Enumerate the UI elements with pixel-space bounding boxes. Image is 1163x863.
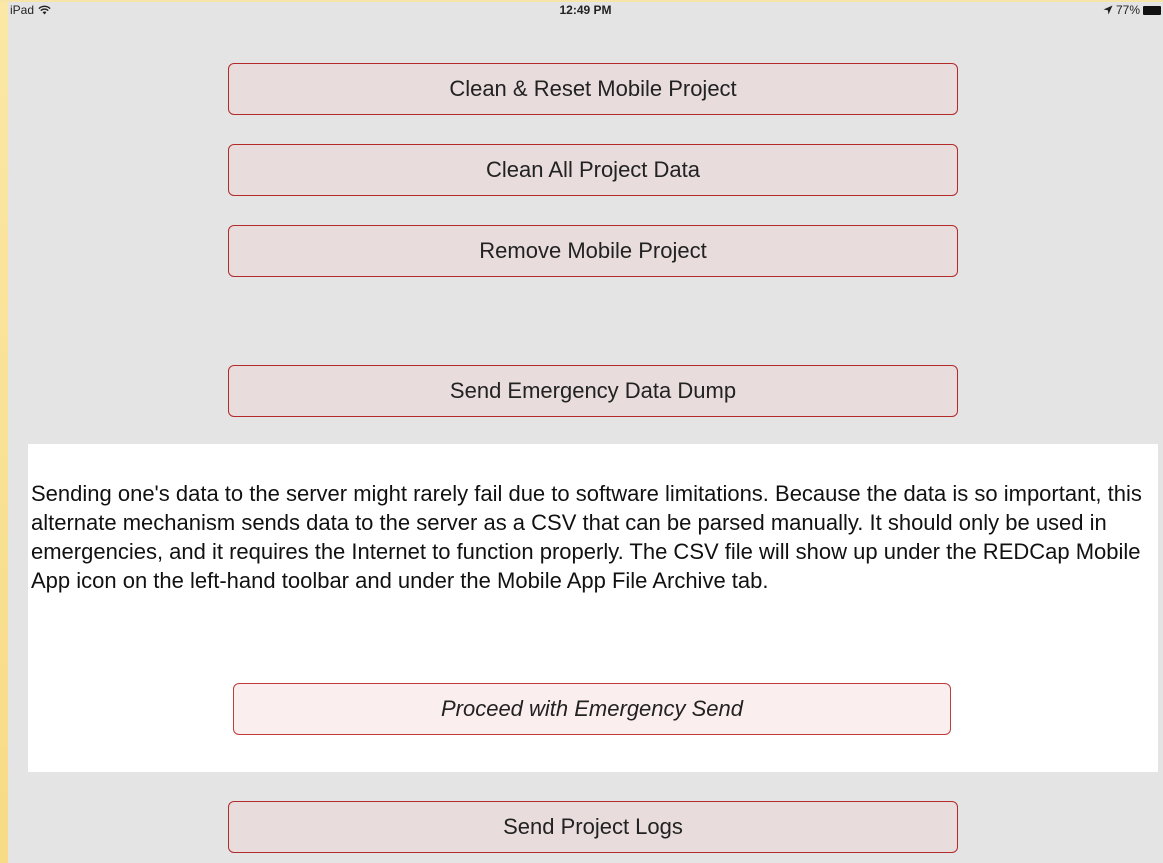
status-bar: iPad 12:49 PM 77% [8, 0, 1163, 20]
send-emergency-data-dump-button[interactable]: Send Emergency Data Dump [228, 365, 958, 417]
window-edge-strip [0, 0, 8, 863]
emergency-send-panel: Sending one's data to the server might r… [28, 444, 1158, 772]
proceed-emergency-send-button[interactable]: Proceed with Emergency Send [233, 683, 951, 735]
remove-mobile-project-button[interactable]: Remove Mobile Project [228, 225, 958, 277]
location-arrow-icon [1103, 5, 1113, 15]
status-time: 12:49 PM [559, 3, 612, 17]
battery-icon [1143, 5, 1161, 15]
clean-reset-mobile-project-button[interactable]: Clean & Reset Mobile Project [228, 63, 958, 115]
clean-all-project-data-button[interactable]: Clean All Project Data [228, 144, 958, 196]
status-right: 77% [1103, 3, 1161, 17]
emergency-description: Sending one's data to the server might r… [31, 481, 1142, 593]
send-project-logs-button[interactable]: Send Project Logs [228, 801, 958, 853]
battery-percent: 77% [1115, 3, 1140, 17]
